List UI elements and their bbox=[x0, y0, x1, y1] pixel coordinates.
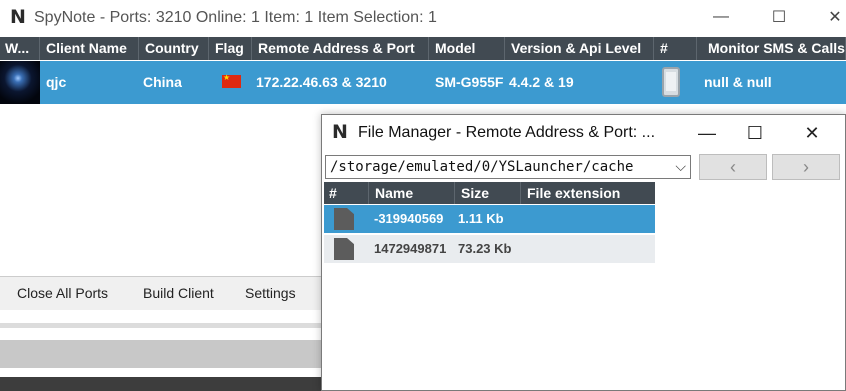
file-name: 1472949871 bbox=[374, 241, 447, 256]
dialog-maximize-button[interactable]: ☐ bbox=[732, 115, 778, 151]
table-row[interactable]: qjc China 172.22.46.63 & 3210 SM-G955F 4… bbox=[0, 61, 846, 104]
client-name-cell: qjc bbox=[46, 74, 67, 90]
clients-table-header: W... Client Name Country Flag Remote Add… bbox=[0, 37, 846, 60]
minimize-button[interactable]: — bbox=[698, 0, 744, 34]
file-icon bbox=[334, 208, 354, 230]
country-cell: China bbox=[143, 74, 182, 90]
column-header-index[interactable]: # bbox=[324, 182, 369, 204]
spynote-logo-icon: N bbox=[10, 6, 26, 28]
chevron-left-icon: ‹ bbox=[730, 156, 736, 177]
monitor-cell: null & null bbox=[704, 74, 772, 90]
column-header-country[interactable]: Country bbox=[140, 37, 209, 60]
remote-address-cell: 172.22.46.63 & 3210 bbox=[256, 74, 387, 90]
window-title: SpyNote - Ports: 3210 Online: 1 Item: 1 … bbox=[34, 9, 437, 26]
file-extension bbox=[522, 235, 526, 263]
chevron-down-icon[interactable]: ⌵ bbox=[675, 158, 686, 175]
close-all-ports-button[interactable]: Close All Ports bbox=[17, 285, 108, 301]
file-name: -319940569 bbox=[374, 211, 444, 226]
settings-button[interactable]: Settings bbox=[245, 285, 296, 301]
maximize-button[interactable]: ☐ bbox=[756, 0, 802, 34]
file-extension bbox=[522, 205, 526, 233]
path-value: /storage/emulated/0/YSLauncher/cache bbox=[330, 159, 634, 175]
build-client-button[interactable]: Build Client bbox=[143, 285, 214, 301]
close-button[interactable]: ✕ bbox=[812, 0, 846, 34]
column-header-extension[interactable]: File extension bbox=[522, 182, 655, 204]
forward-button[interactable]: › bbox=[772, 154, 840, 180]
version-cell: 4.4.2 & 19 bbox=[509, 74, 574, 90]
china-flag-icon bbox=[222, 73, 241, 88]
file-size: 1.11 Kb bbox=[458, 211, 504, 226]
column-header-model[interactable]: Model bbox=[430, 37, 505, 60]
column-header-version[interactable]: Version & Api Level bbox=[506, 37, 654, 60]
column-header-client-name[interactable]: Client Name bbox=[41, 37, 139, 60]
file-manager-title: File Manager - Remote Address & Port: ..… bbox=[358, 124, 656, 141]
file-manager-window: N File Manager - Remote Address & Port: … bbox=[321, 114, 846, 391]
column-header-name[interactable]: Name bbox=[370, 182, 455, 204]
column-header-flag[interactable]: Flag bbox=[210, 37, 252, 60]
phone-icon bbox=[662, 67, 680, 97]
chevron-right-icon: › bbox=[803, 156, 809, 177]
file-size: 73.23 Kb bbox=[458, 241, 512, 256]
files-table-header: # Name Size File extension bbox=[324, 182, 655, 204]
column-header-w[interactable]: W... bbox=[0, 37, 40, 60]
column-header-size[interactable]: Size bbox=[456, 182, 521, 204]
wallpaper-thumbnail bbox=[0, 61, 40, 104]
path-combobox[interactable]: /storage/emulated/0/YSLauncher/cache ⌵ bbox=[325, 155, 691, 179]
column-header-monitor[interactable]: Monitor SMS & Calls bbox=[698, 37, 846, 60]
spynote-logo-icon: N bbox=[332, 121, 348, 143]
dialog-minimize-button[interactable]: — bbox=[684, 115, 730, 151]
title-bar: N SpyNote - Ports: 3210 Online: 1 Item: … bbox=[0, 0, 846, 36]
file-row[interactable]: 1472949871 73.23 Kb bbox=[324, 235, 655, 263]
dialog-close-button[interactable]: ✕ bbox=[789, 115, 835, 151]
back-button[interactable]: ‹ bbox=[699, 154, 767, 180]
model-cell: SM-G955F bbox=[435, 74, 504, 90]
file-row[interactable]: -319940569 1.11 Kb bbox=[324, 205, 655, 233]
column-header-device[interactable]: # bbox=[655, 37, 697, 60]
file-icon bbox=[334, 238, 354, 260]
column-header-remote-address[interactable]: Remote Address & Port bbox=[253, 37, 429, 60]
